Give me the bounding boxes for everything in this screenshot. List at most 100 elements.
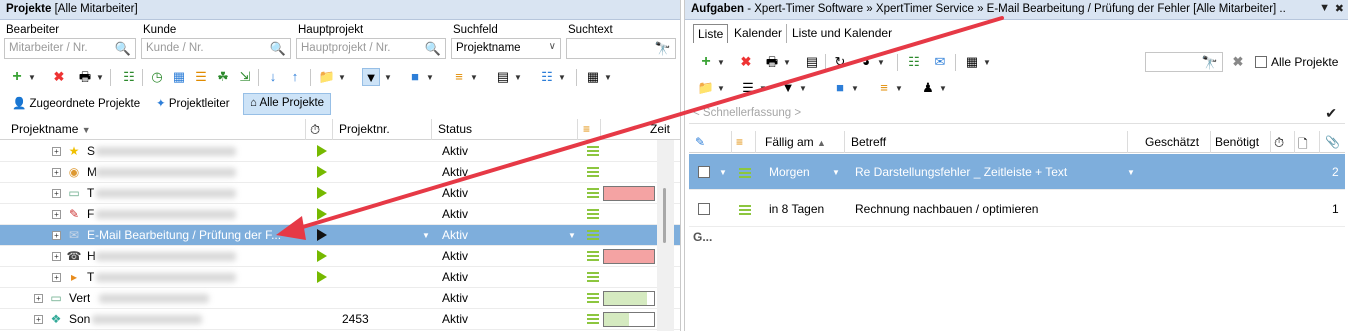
users-icon[interactable]: ♟: [919, 79, 937, 97]
print-dropdown-icon[interactable]: ▼: [96, 73, 104, 82]
folder-icon[interactable]: 📁: [318, 68, 336, 86]
columns-icon[interactable]: ▦: [584, 68, 602, 86]
folder-icon[interactable]: 📁: [697, 79, 715, 97]
tab-kalender[interactable]: Kalender: [730, 24, 788, 43]
view-dropdown-icon[interactable]: ▼: [759, 84, 767, 93]
tab-alle-projekte[interactable]: ⌂ Alle Projekte: [243, 93, 332, 115]
users-dropdown-icon[interactable]: ▼: [939, 84, 947, 93]
chevron-down-icon[interactable]: ▼: [832, 168, 840, 177]
expand-icon[interactable]: +: [52, 210, 61, 219]
priority-icon[interactable]: ≡: [450, 68, 468, 86]
tab-liste-und-kalender[interactable]: Liste und Kalender: [788, 24, 896, 43]
edit-icon[interactable]: ✎: [695, 135, 705, 149]
priority-col-icon[interactable]: ≡: [736, 135, 743, 149]
play-icon[interactable]: [317, 187, 327, 199]
add-icon[interactable]: +: [697, 53, 715, 71]
task-row[interactable]: ▼ Morgen ▼ Re Darstellungsfehler _ Zeitl…: [689, 154, 1345, 190]
note-icon[interactable]: 🗋: [1298, 135, 1308, 156]
attachment-icon[interactable]: 📎: [1325, 135, 1340, 149]
print-icon[interactable]: 🖶: [76, 68, 94, 86]
project-row[interactable]: + ☎ H Aktiv: [0, 246, 680, 267]
task-row[interactable]: in 8 Tagen Rechnung nachbauen / optimier…: [689, 191, 1345, 227]
expand-icon[interactable]: +: [34, 294, 43, 303]
project-row[interactable]: + ▸ T Aktiv: [0, 267, 680, 288]
calculator-dropdown-icon[interactable]: ▼: [514, 73, 522, 82]
search-icon[interactable]: 🔍: [270, 41, 286, 57]
suchtext-input[interactable]: 🔭: [566, 38, 676, 59]
close-icon[interactable]: ✖: [1335, 2, 1344, 15]
play-icon[interactable]: [317, 145, 327, 157]
alle-projekte-checkbox[interactable]: [1255, 56, 1267, 68]
col-benoetigt[interactable]: Benötigt: [1215, 135, 1259, 149]
mail-icon[interactable]: ✉: [931, 53, 949, 71]
search-icon[interactable]: 🔍: [115, 41, 131, 57]
filter-dropdown-icon[interactable]: ▼: [384, 73, 392, 82]
project-row[interactable]: + ✎ F Aktiv: [0, 204, 680, 225]
col-status[interactable]: Status: [438, 122, 472, 136]
columns-dropdown-icon[interactable]: ▼: [604, 73, 612, 82]
expand-icon[interactable]: +: [52, 189, 61, 198]
play-icon[interactable]: [317, 250, 327, 262]
pie-dropdown-icon[interactable]: ▼: [877, 58, 885, 67]
columns-icon[interactable]: ▦: [963, 53, 981, 71]
calculator-icon[interactable]: ▤: [803, 53, 821, 71]
clock-icon[interactable]: ◷: [148, 68, 166, 86]
priority-col-icon[interactable]: ≡: [583, 122, 590, 136]
tasks-search-input[interactable]: 🔭: [1145, 52, 1223, 72]
col-projektnr[interactable]: Projektnr.: [339, 122, 390, 136]
excel-icon[interactable]: ☷: [905, 53, 923, 71]
calculator-icon[interactable]: ▤: [494, 68, 512, 86]
play-icon[interactable]: [317, 208, 327, 220]
expand-icon[interactable]: +: [52, 273, 61, 282]
task-checkbox[interactable]: [698, 166, 710, 178]
filter-dropdown-icon[interactable]: ▼: [799, 84, 807, 93]
tab-liste[interactable]: Liste: [693, 24, 729, 43]
refresh-icon[interactable]: ↻: [831, 53, 849, 71]
add-dropdown-icon[interactable]: ▼: [717, 58, 725, 67]
kunde-input[interactable]: Kunde / Nr. 🔍: [141, 38, 291, 59]
sort-up-icon[interactable]: ↑: [286, 68, 304, 86]
filter-icon[interactable]: ▼: [779, 79, 797, 97]
stopwatch-icon[interactable]: ⏱: [310, 122, 320, 138]
play-icon[interactable]: [317, 229, 327, 241]
folder-dropdown-icon[interactable]: ▼: [338, 73, 346, 82]
clear-search-icon[interactable]: ✖: [1229, 53, 1247, 71]
priority-dropdown-icon[interactable]: ▼: [895, 84, 903, 93]
project-row[interactable]: + ★ S Aktiv: [0, 141, 680, 162]
columns-dropdown-icon[interactable]: ▼: [983, 58, 991, 67]
group-dropdown-icon[interactable]: ▼: [426, 73, 434, 82]
priority-icon[interactable]: ≡: [875, 79, 893, 97]
dropdown-icon[interactable]: ▼: [1319, 2, 1330, 14]
folder-dropdown-icon[interactable]: ▼: [717, 84, 725, 93]
report-icon[interactable]: ☷: [538, 68, 556, 86]
print-icon[interactable]: 🖶: [763, 53, 781, 71]
suchfeld-select[interactable]: Projektname ∨: [451, 38, 561, 59]
pie-chart-icon[interactable]: ◕: [857, 53, 875, 71]
quick-entry-input[interactable]: < Schnellerfassung > ✔: [689, 105, 1345, 124]
delete-icon[interactable]: ✖: [737, 53, 755, 71]
delete-icon[interactable]: ✖: [50, 68, 68, 86]
chevron-down-icon[interactable]: ▼: [719, 168, 727, 177]
add-icon[interactable]: +: [8, 68, 26, 86]
filter-icon[interactable]: ▼: [362, 68, 380, 86]
group-icon[interactable]: ■: [831, 79, 849, 97]
calendar-icon[interactable]: ▦: [170, 68, 188, 86]
add-dropdown-icon[interactable]: ▼: [28, 73, 36, 82]
group-row[interactable]: G...: [693, 230, 712, 244]
binoculars-icon[interactable]: 🔭: [1202, 55, 1218, 71]
report-dropdown-icon[interactable]: ▼: [558, 73, 566, 82]
tab-zugeordnete-projekte[interactable]: 👤 Zugeordnete Projekte: [6, 93, 146, 115]
play-icon[interactable]: [317, 271, 327, 283]
assign-icon[interactable]: ☘: [214, 68, 232, 86]
project-row[interactable]: + ▭ T Aktiv: [0, 183, 680, 204]
group-icon[interactable]: ■: [406, 68, 424, 86]
chevron-down-icon[interactable]: ▼: [422, 231, 430, 240]
expand-icon[interactable]: +: [52, 168, 61, 177]
hauptprojekt-input[interactable]: Hauptprojekt / Nr. 🔍: [296, 38, 446, 59]
col-geschaetzt[interactable]: Geschätzt: [1145, 135, 1199, 149]
col-zeit[interactable]: Zeit: [650, 122, 670, 136]
sort-down-icon[interactable]: ↓: [264, 68, 282, 86]
excel-icon[interactable]: ☷: [120, 68, 138, 86]
checkmark-icon[interactable]: ✔: [1325, 105, 1337, 122]
print-dropdown-icon[interactable]: ▼: [783, 58, 791, 67]
